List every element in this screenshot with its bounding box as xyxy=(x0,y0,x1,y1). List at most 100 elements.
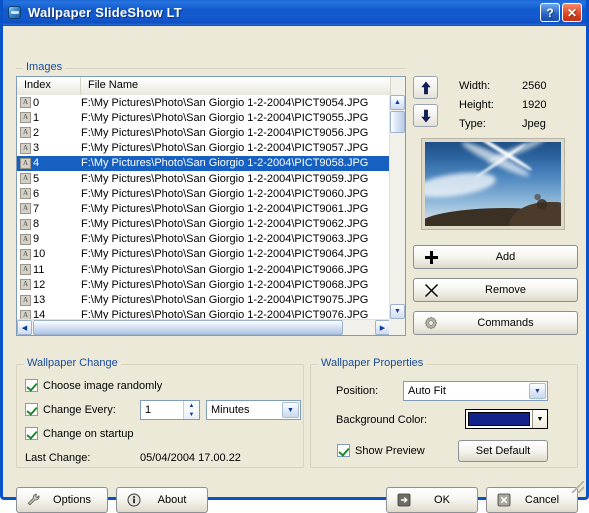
choose-image-randomly-checkbox[interactable]: Choose image randomly xyxy=(25,379,162,392)
scroll-up-icon[interactable]: ▲ xyxy=(390,95,405,110)
move-up-button[interactable] xyxy=(413,76,438,99)
spinner-buttons[interactable]: ▲ ▼ xyxy=(183,401,199,419)
position-dropdown[interactable]: Auto Fit ▼ xyxy=(403,381,548,401)
interval-spinner[interactable]: 1 ▲ ▼ xyxy=(140,400,200,420)
move-down-button[interactable] xyxy=(413,104,438,127)
options-button-label: Options xyxy=(53,494,91,506)
table-row[interactable]: A 14 F:\My Pictures\Photo\San Giorgio 1-2-… xyxy=(17,308,390,319)
scroll-right-icon[interactable]: ▶ xyxy=(375,320,390,335)
images-listview[interactable]: Index File Name A 0 F:\My Pictures\Photo\S… xyxy=(16,76,406,336)
row-index: 9 xyxy=(33,233,40,246)
chevron-down-icon[interactable]: ▼ xyxy=(282,402,299,418)
scroll-left-icon[interactable]: ◀ xyxy=(17,320,32,335)
background-color-label: Background Color: xyxy=(336,414,428,426)
table-row[interactable]: A 2 F:\My Pictures\Photo\San Giorgio 1-2-2… xyxy=(17,125,390,140)
row-filename: F:\My Pictures\Photo\San Giorgio 1-2-200… xyxy=(81,157,369,170)
cross-icon xyxy=(420,283,442,297)
image-height-label: Height: xyxy=(459,99,494,111)
column-header-filename[interactable]: File Name xyxy=(81,77,391,95)
column-header-index[interactable]: Index xyxy=(17,77,81,95)
row-index: 0 xyxy=(33,96,40,109)
chevron-down-icon[interactable]: ▼ xyxy=(529,383,546,399)
table-row[interactable]: A 11 F:\My Pictures\Photo\San Giorgio 1-2-… xyxy=(17,262,390,277)
gear-icon xyxy=(420,316,442,330)
table-row[interactable]: A 9 F:\My Pictures\Photo\San Giorgio 1-2-2… xyxy=(17,232,390,247)
move-down-arrow-icon xyxy=(420,109,431,122)
image-file-icon: A xyxy=(20,112,31,124)
row-index: 1 xyxy=(33,111,40,124)
plus-icon xyxy=(420,250,442,264)
wallpaper-properties-group-title: Wallpaper Properties xyxy=(318,357,427,369)
move-up-arrow-icon xyxy=(420,81,431,94)
row-filename: F:\My Pictures\Photo\San Giorgio 1-2-200… xyxy=(81,187,369,200)
horizontal-scroll-thumb[interactable] xyxy=(33,320,343,335)
title-bar-buttons: ? ✕ xyxy=(540,3,582,22)
app-globe-icon xyxy=(7,5,23,21)
scroll-down-icon[interactable]: ▼ xyxy=(390,304,405,319)
row-index: 14 xyxy=(33,309,46,319)
image-file-icon: A xyxy=(20,203,31,215)
row-index: 3 xyxy=(33,142,40,155)
change-on-startup-checkbox[interactable]: Change on startup xyxy=(25,427,134,440)
table-row[interactable]: A 12 F:\My Pictures\Photo\San Giorgio 1-2-… xyxy=(17,277,390,292)
image-file-icon: A xyxy=(20,173,31,185)
table-row[interactable]: A 1 F:\My Pictures\Photo\San Giorgio 1-2-2… xyxy=(17,110,390,125)
row-filename: F:\My Pictures\Photo\San Giorgio 1-2-200… xyxy=(81,294,369,307)
image-file-icon: A xyxy=(20,309,31,319)
row-filename: F:\My Pictures\Photo\San Giorgio 1-2-200… xyxy=(81,309,369,319)
image-file-icon: A xyxy=(20,248,31,260)
row-filename: F:\My Pictures\Photo\San Giorgio 1-2-200… xyxy=(81,126,369,139)
info-icon xyxy=(123,493,145,507)
change-every-label: Change Every: xyxy=(43,403,116,416)
title-bar[interactable]: Wallpaper SlideShow LT ? ✕ xyxy=(3,0,586,26)
show-preview-checkbox[interactable]: Show Preview xyxy=(337,444,425,457)
help-button[interactable]: ? xyxy=(540,3,560,22)
interval-value: 1 xyxy=(145,404,152,416)
interval-unit-dropdown[interactable]: Minutes ▼ xyxy=(206,400,301,420)
row-index: 6 xyxy=(33,187,40,200)
options-button[interactable]: Options xyxy=(16,487,108,513)
table-row[interactable]: A 8 F:\My Pictures\Photo\San Giorgio 1-2-2… xyxy=(17,217,390,232)
table-row[interactable]: A 0 F:\My Pictures\Photo\San Giorgio 1-2-2… xyxy=(17,95,390,110)
row-index: 5 xyxy=(33,172,40,185)
image-file-icon: A xyxy=(20,97,31,109)
listview-horizontal-scrollbar[interactable]: ◀ ▶ xyxy=(17,319,390,335)
chevron-down-icon[interactable]: ▼ xyxy=(532,410,547,428)
set-default-button[interactable]: Set Default xyxy=(458,440,548,462)
image-file-icon: A xyxy=(20,142,31,154)
add-button-label: Add xyxy=(495,251,516,263)
table-row[interactable]: A 5 F:\My Pictures\Photo\San Giorgio 1-2-2… xyxy=(17,171,390,186)
position-label: Position: xyxy=(336,385,379,397)
table-row[interactable]: A 7 F:\My Pictures\Photo\San Giorgio 1-2-2… xyxy=(17,201,390,216)
image-file-icon: A xyxy=(20,218,31,230)
table-row[interactable]: A 6 F:\My Pictures\Photo\San Giorgio 1-2-2… xyxy=(17,186,390,201)
close-button[interactable]: ✕ xyxy=(562,3,582,22)
remove-button[interactable]: Remove xyxy=(413,278,578,302)
listview-vertical-scrollbar[interactable]: ▲ ▼ xyxy=(389,95,405,319)
position-value: Auto Fit xyxy=(408,385,446,397)
vertical-scroll-thumb[interactable] xyxy=(390,111,405,133)
add-button[interactable]: Add xyxy=(413,245,578,269)
commands-button[interactable]: Commands xyxy=(413,311,578,335)
image-file-icon: A xyxy=(20,264,31,276)
table-row[interactable]: A 13 F:\My Pictures\Photo\San Giorgio 1-2-… xyxy=(17,292,390,307)
cancel-button[interactable]: Cancel xyxy=(486,487,578,513)
image-file-icon: A xyxy=(20,279,31,291)
background-color-picker[interactable]: ▼ xyxy=(465,409,548,429)
image-width-value: 2560 xyxy=(522,80,547,92)
row-filename: F:\My Pictures\Photo\San Giorgio 1-2-200… xyxy=(81,248,369,261)
preview-image xyxy=(425,142,561,226)
spinner-down-icon[interactable]: ▼ xyxy=(184,410,199,419)
listview-body: A 0 F:\My Pictures\Photo\San Giorgio 1-2-2… xyxy=(17,95,390,319)
set-default-button-label: Set Default xyxy=(475,445,531,457)
spinner-up-icon[interactable]: ▲ xyxy=(184,401,199,410)
image-file-icon: A xyxy=(20,157,31,169)
commands-button-label: Commands xyxy=(477,317,534,329)
resize-grip[interactable] xyxy=(572,481,584,493)
change-every-checkbox[interactable]: Change Every: xyxy=(25,403,116,416)
ok-button[interactable]: OK xyxy=(386,487,478,513)
table-row[interactable]: A 3 F:\My Pictures\Photo\San Giorgio 1-2-2… xyxy=(17,141,390,156)
about-button[interactable]: About xyxy=(116,487,208,513)
table-row[interactable]: A 10 F:\My Pictures\Photo\San Giorgio 1-2-… xyxy=(17,247,390,262)
table-row[interactable]: A 4 F:\My Pictures\Photo\San Giorgio 1-2-2… xyxy=(17,155,390,171)
